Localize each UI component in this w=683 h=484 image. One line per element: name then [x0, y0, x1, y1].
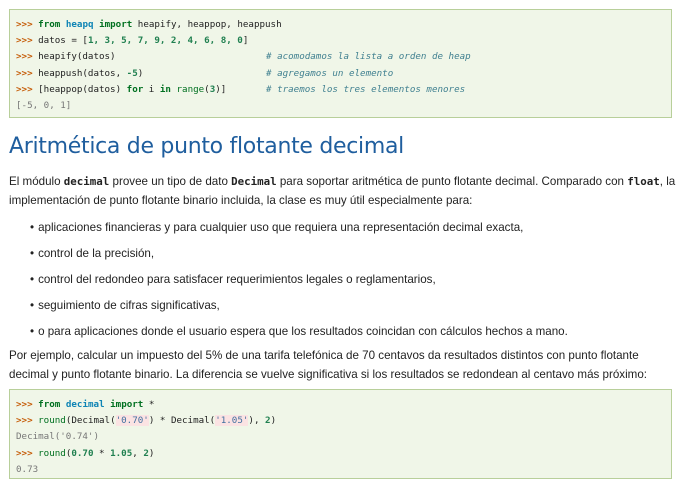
- code-line: >>> from decimal import *: [16, 397, 665, 413]
- code-text: *: [143, 399, 155, 410]
- code-text: [heappop(datos): [32, 83, 127, 95]
- prompt: >>>: [16, 35, 33, 47]
- code-text: ),: [248, 415, 266, 427]
- code-block-heapq: >>> from heapq import heapify, heappop, …: [9, 9, 672, 118]
- builtin: range: [176, 83, 205, 95]
- inline-code: decimal: [63, 175, 110, 188]
- inline-code: Decimal: [231, 175, 277, 188]
- prompt: >>>: [16, 19, 33, 30]
- keyword: import: [99, 19, 133, 30]
- code-text: ): [270, 415, 277, 427]
- number: 1.05: [110, 447, 133, 459]
- code-line: >>> [heappop(datos) for i in range(3)] # …: [16, 82, 665, 98]
- code-text: )]: [215, 83, 227, 95]
- code-line: >>> heapify(datos) # acomodamos la lista …: [16, 49, 665, 65]
- code-text: ): [137, 67, 144, 79]
- code-text: heapify, heappop, heappush: [132, 19, 282, 30]
- module-name: heapq: [65, 19, 94, 30]
- example-paragraph: Por ejemplo, calcular un impuesto del 5%…: [9, 349, 648, 381]
- string-literal: '0.70': [115, 415, 149, 427]
- code-comment: # acomodamos la lista a orden de heap: [266, 51, 471, 63]
- code-line: >>> round(Decimal('0.70') * Decimal('1.0…: [16, 413, 665, 429]
- prompt: >>>: [16, 447, 33, 459]
- bullet-item: control de la precisión,: [30, 247, 154, 260]
- number: 0.70: [71, 447, 94, 459]
- code-text: ,: [132, 447, 144, 459]
- prompt: >>>: [16, 399, 33, 410]
- code-line: >>> datos = [1, 3, 5, 7, 9, 2, 4, 6, 8, …: [16, 33, 665, 49]
- code-text: ]: [242, 35, 249, 47]
- builtin: round: [32, 447, 66, 459]
- text: provee un tipo de dato: [109, 175, 232, 188]
- keyword: in: [159, 83, 171, 95]
- code-text: heapify(datos): [32, 51, 116, 63]
- code-line: >>> round(0.70 * 1.05, 2): [16, 446, 665, 462]
- code-text: ): [148, 447, 155, 459]
- number: -5: [126, 67, 138, 79]
- code-output: Decimal('0.74'): [16, 431, 99, 443]
- code-text: datos = [: [32, 35, 88, 47]
- keyword: import: [110, 399, 144, 410]
- code-block-decimal: >>> from decimal import * >>> round(Deci…: [9, 389, 672, 479]
- code-text: ) * Decimal(: [148, 415, 216, 427]
- number-list: 1, 3, 5, 7, 9, 2, 4, 6, 8, 0: [87, 35, 243, 47]
- text: para soportar aritmética de punto flotan…: [276, 175, 628, 188]
- bullet-item: seguimiento de cifras significativas,: [30, 299, 220, 312]
- section-heading: Aritmética de punto flotante decimal: [9, 134, 404, 159]
- bullet-item: o para aplicaciones donde el usuario esp…: [30, 325, 568, 338]
- prompt: >>>: [16, 67, 33, 79]
- string-literal: '1.05': [215, 415, 249, 427]
- code-text: (Decimal(: [65, 415, 116, 427]
- keyword: for: [126, 83, 144, 95]
- prompt: >>>: [16, 415, 33, 427]
- inline-code: float: [627, 175, 660, 188]
- code-text: *: [93, 447, 111, 459]
- code-line: >>> heappush(datos, -5) # agregamos un el…: [16, 66, 665, 82]
- keyword: from: [38, 399, 61, 410]
- code-text: heappush(datos,: [32, 67, 127, 79]
- prompt: >>>: [16, 83, 33, 95]
- builtin: round: [32, 415, 66, 427]
- code-comment: # traemos los tres elementos menores: [266, 83, 466, 95]
- code-text: i: [143, 83, 160, 95]
- keyword: from: [38, 19, 61, 30]
- prompt: >>>: [16, 51, 33, 63]
- module-name: decimal: [65, 399, 105, 410]
- bullet-item: aplicaciones financieras y para cualquie…: [30, 221, 523, 234]
- code-comment: # agregamos un elemento: [266, 67, 394, 79]
- code-line: >>> from heapq import heapify, heappop, …: [16, 17, 665, 33]
- text: El módulo: [9, 175, 64, 188]
- code-output: [-5, 0, 1]: [16, 99, 72, 111]
- bullet-item: control del redondeo para satisfacer req…: [30, 273, 436, 286]
- intro-paragraph: El módulo decimal provee un tipo de dato…: [9, 172, 679, 210]
- code-output: 0.73: [16, 463, 39, 475]
